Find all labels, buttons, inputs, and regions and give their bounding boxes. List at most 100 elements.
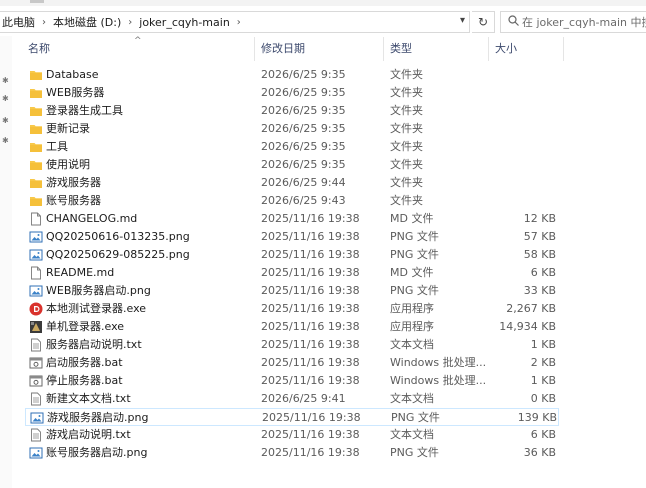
file-size: 36 KB xyxy=(523,446,556,459)
file-row[interactable]: 账号服务器启动.png 2025/11/16 19:38 PNG 文件 36 KB xyxy=(25,444,559,462)
file-name: 单机登录器.exe xyxy=(46,320,125,333)
search-placeholder: 在 joker_cqyh-main 中搜索 xyxy=(522,16,646,29)
file-date: 2026/6/25 9:41 xyxy=(261,392,346,405)
breadcrumb-drive-d[interactable]: 本地磁盘 (D:) xyxy=(50,14,124,30)
file-size: 14,934 KB xyxy=(499,320,556,333)
file-row[interactable]: 登录器生成工具 2026/6/25 9:35 文件夹 xyxy=(25,102,559,120)
pin-icon[interactable]: ✱ xyxy=(2,94,9,103)
file-type: 文件夹 xyxy=(390,104,423,117)
file-type: PNG 文件 xyxy=(390,230,439,243)
file-size: 1 KB xyxy=(530,374,556,387)
search-icon xyxy=(508,15,519,29)
file-row[interactable]: Database 2026/6/25 9:35 文件夹 xyxy=(25,66,559,84)
text-icon xyxy=(31,338,41,352)
chevron-down-icon[interactable]: ▾ xyxy=(460,15,465,26)
file-name: WEB服务器 xyxy=(46,86,105,99)
file-date: 2026/6/25 9:43 xyxy=(261,194,346,207)
file-date: 2025/11/16 19:38 xyxy=(261,302,360,315)
refresh-icon: ↻ xyxy=(477,15,489,29)
file-date: 2025/11/16 19:38 xyxy=(261,338,360,351)
file-type: PNG 文件 xyxy=(391,411,440,424)
file-row[interactable]: WEB服务器 2026/6/25 9:35 文件夹 xyxy=(25,84,559,102)
file-row[interactable]: 游戏启动说明.txt 2025/11/16 19:38 文本文档 6 KB xyxy=(25,426,559,444)
file-type: 文件夹 xyxy=(390,140,423,153)
breadcrumb-this-pc[interactable]: 此电脑 xyxy=(0,14,38,30)
pin-icon[interactable]: ✱ xyxy=(2,136,9,145)
file-type: 文本文档 xyxy=(390,338,434,351)
file-name: 账号服务器启动.png xyxy=(46,446,148,459)
file-date: 2025/11/16 19:38 xyxy=(261,446,360,459)
file-name: QQ20250616-013235.png xyxy=(46,230,190,243)
file-date: 2026/6/25 9:35 xyxy=(261,86,346,99)
breadcrumb-folder[interactable]: joker_cqyh-main xyxy=(136,16,233,29)
file-row[interactable]: 更新记录 2026/6/25 9:35 文件夹 xyxy=(25,120,559,138)
file-row[interactable]: 启动服务器.bat 2025/11/16 19:38 Windows 批处理... 2… xyxy=(25,354,559,372)
pin-icon[interactable]: ✱ xyxy=(2,76,9,85)
title-mark xyxy=(30,0,44,3)
chevron-right-icon[interactable]: › xyxy=(124,17,136,28)
file-type: 文件夹 xyxy=(390,194,423,207)
address-bar-row: 此电脑 › 本地磁盘 (D:) › joker_cqyh-main › ▾ ↻ … xyxy=(0,9,646,35)
pin-icon[interactable]: ✱ xyxy=(2,116,9,125)
file-type: MD 文件 xyxy=(390,212,434,225)
file-row[interactable]: 停止服务器.bat 2025/11/16 19:38 Windows 批处理... 1… xyxy=(25,372,559,390)
column-header-name[interactable]: 名称 xyxy=(22,37,254,61)
file-size: 57 KB xyxy=(523,230,556,243)
column-header-size[interactable]: 大小 xyxy=(489,37,563,61)
file-date: 2025/11/16 19:38 xyxy=(261,212,360,225)
file-row[interactable]: 游戏服务器启动.png 2025/11/16 19:38 PNG 文件 139 KB xyxy=(25,408,559,426)
file-row[interactable]: QQ20250629-085225.png 2025/11/16 19:38 PNG… xyxy=(25,246,559,264)
folder-icon xyxy=(30,197,42,206)
address-bar[interactable]: 此电脑 › 本地磁盘 (D:) › joker_cqyh-main › ▾ xyxy=(0,11,470,33)
file-type: 文件夹 xyxy=(390,68,423,81)
text-icon xyxy=(31,392,41,406)
chevron-right-icon[interactable]: › xyxy=(38,17,50,28)
refresh-button[interactable]: ↻ xyxy=(472,11,495,33)
file-date: 2026/6/25 9:35 xyxy=(261,104,346,117)
file-row[interactable]: 工具 2026/6/25 9:35 文件夹 xyxy=(25,138,559,156)
file-row[interactable]: WEB服务器启动.png 2025/11/16 19:38 PNG 文件 33 KB xyxy=(25,282,559,300)
file-row[interactable]: README.md 2025/11/16 19:38 MD 文件 6 KB xyxy=(25,264,559,282)
file-type: Windows 批处理... xyxy=(390,356,487,369)
file-size: 1 KB xyxy=(530,338,556,351)
column-header-date[interactable]: 修改日期 xyxy=(255,37,383,61)
file-date: 2026/6/25 9:44 xyxy=(261,176,346,189)
file-name: 启动服务器.bat xyxy=(46,356,123,369)
chevron-right-icon[interactable]: › xyxy=(233,17,245,28)
file-row[interactable]: CHANGELOG.md 2025/11/16 19:38 MD 文件 12 KB xyxy=(25,210,559,228)
file-name: README.md xyxy=(46,266,115,279)
file-type: PNG 文件 xyxy=(390,284,439,297)
file-name: 使用说明 xyxy=(46,158,90,171)
column-header-type[interactable]: 类型 xyxy=(384,37,488,61)
file-name: 登录器生成工具 xyxy=(46,104,123,117)
folder-icon xyxy=(30,89,42,98)
file-row[interactable]: 账号服务器 2026/6/25 9:43 文件夹 xyxy=(25,192,559,210)
file-size: 2,267 KB xyxy=(506,302,556,315)
batch-icon xyxy=(29,375,43,387)
folder-icon xyxy=(30,143,42,152)
navigation-pane-edge[interactable]: ✱ ✱ ✱ ✱ xyxy=(0,36,12,488)
image-icon xyxy=(29,285,43,297)
image-icon xyxy=(29,249,43,261)
file-row[interactable]: 单机登录器.exe 2025/11/16 19:38 应用程序 14,934 KB xyxy=(25,318,559,336)
file-date: 2025/11/16 19:38 xyxy=(261,428,360,441)
file-row[interactable]: 游戏服务器 2026/6/25 9:44 文件夹 xyxy=(25,174,559,192)
search-box[interactable]: 在 joker_cqyh-main 中搜索 xyxy=(500,11,646,33)
file-row[interactable]: 服务器启动说明.txt 2025/11/16 19:38 文本文档 1 KB xyxy=(25,336,559,354)
file-size: 6 KB xyxy=(530,266,556,279)
file-row[interactable]: 使用说明 2026/6/25 9:35 文件夹 xyxy=(25,156,559,174)
file-row[interactable]: 本地测试登录器.exe 2025/11/16 19:38 应用程序 2,267 KB xyxy=(25,300,559,318)
file-name: QQ20250629-085225.png xyxy=(46,248,190,261)
column-divider[interactable] xyxy=(563,37,564,61)
file-date: 2025/11/16 19:38 xyxy=(261,374,360,387)
red-app-icon xyxy=(29,302,43,316)
file-type: MD 文件 xyxy=(390,266,434,279)
file-type: PNG 文件 xyxy=(390,446,439,459)
file-name: 工具 xyxy=(46,140,68,153)
file-name: 账号服务器 xyxy=(46,194,101,207)
file-name: 新建文本文档.txt xyxy=(46,392,131,405)
file-size: 2 KB xyxy=(530,356,556,369)
document-icon xyxy=(31,266,41,280)
file-row[interactable]: 新建文本文档.txt 2026/6/25 9:41 文本文档 0 KB xyxy=(25,390,559,408)
file-row[interactable]: QQ20250616-013235.png 2025/11/16 19:38 PNG… xyxy=(25,228,559,246)
